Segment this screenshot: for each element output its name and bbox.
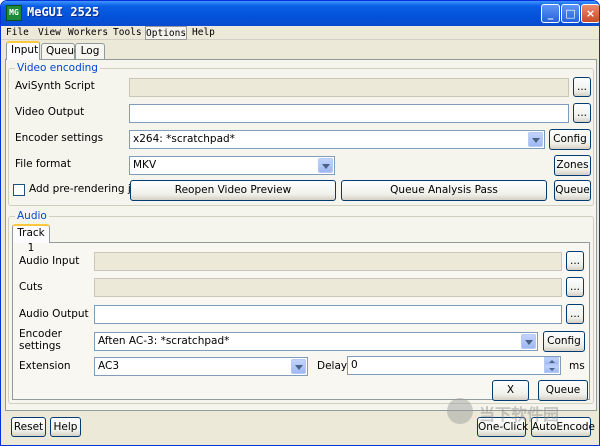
audio-encoder-label-line2: settings [19,340,61,352]
audio-output-field[interactable] [94,305,562,324]
cuts-label: Cuts [19,281,43,293]
spin-up-icon[interactable] [544,357,559,365]
audio-input-field[interactable] [94,252,562,271]
delay-input[interactable]: 0 [347,356,561,375]
menu-help[interactable]: Help [192,26,215,40]
delay-value: 0 [351,359,358,371]
reopen-video-preview-button[interactable]: Reopen Video Preview [130,180,336,201]
file-format-select[interactable]: MKV [129,156,335,175]
track-1-panel: Audio Input ... Cuts ... Audio Output ..… [12,242,590,400]
audio-encoder-select[interactable]: Aften AC-3: *scratchpad* [94,332,538,351]
minimize-button[interactable]: _ [541,4,560,23]
maximize-button[interactable]: □ [561,4,580,23]
avisynth-browse-button[interactable]: ... [573,77,591,97]
watermark-text: 当下软件园 [479,405,560,424]
megui-app-icon: MG [6,5,22,21]
video-queue-button[interactable]: Queue [554,180,591,201]
audio-group-label: Audio [15,210,49,222]
menu-options[interactable]: Options [145,26,188,40]
tab-queue[interactable]: Queue [41,43,81,60]
video-output-input[interactable] [129,104,569,123]
spin-down-icon[interactable] [544,365,559,373]
input-tab-panel: Video encoding AviSynth Script ... Video… [5,59,597,411]
close-button[interactable]: × [581,4,599,23]
audio-input-label: Audio Input [19,255,80,267]
tab-log[interactable]: Log [75,43,105,60]
menu-view[interactable]: View [38,26,61,40]
megui-window: MG MeGUI 2525 _ □ × File View Workers To… [0,0,600,446]
zones-button[interactable]: Zones [554,155,591,176]
delay-spinner[interactable] [544,357,559,374]
audio-input-browse-button[interactable]: ... [566,251,584,271]
audio-group: Audio Track 1 Audio Input ... Cuts ... A… [8,210,594,404]
prerender-label: Add pre-rendering job [29,183,144,195]
watermark-logo: 当下软件园 [447,398,587,424]
file-format-value: MKV [133,159,157,171]
chevron-down-icon[interactable] [291,359,306,374]
menu-tools[interactable]: Tools [113,26,142,40]
delay-label: Delay [317,360,348,372]
watermark-icon [447,398,473,424]
window-title: MeGUI 2525 [27,5,100,19]
video-config-button[interactable]: Config [549,129,591,150]
extension-value: AC3 [98,360,120,372]
file-format-label: File format [15,158,71,170]
extension-select[interactable]: AC3 [94,357,308,376]
avisynth-script-label: AviSynth Script [15,80,95,92]
queue-analysis-pass-button[interactable]: Queue Analysis Pass [341,180,547,201]
audio-output-label: Audio Output [19,308,89,320]
video-encoder-value: x264: *scratchpad* [133,133,235,145]
chevron-down-icon[interactable] [528,132,543,147]
video-output-label: Video Output [15,106,85,118]
video-encoding-group: Video encoding AviSynth Script ... Video… [8,62,594,206]
tab-input[interactable]: Input [6,41,40,60]
audio-output-browse-button[interactable]: ... [566,304,584,324]
tab-track-1[interactable]: Track 1 [12,224,50,254]
cuts-field[interactable] [94,278,562,297]
audio-config-button[interactable]: Config [543,331,585,352]
chevron-down-icon[interactable] [521,334,536,349]
audio-encoder-value: Aften AC-3: *scratchpad* [98,335,230,347]
prerender-checkbox[interactable] [13,184,25,196]
video-encoding-label: Video encoding [15,62,100,74]
title-bar[interactable]: MG MeGUI 2525 _ □ × [1,1,599,26]
menu-workers[interactable]: Workers [68,26,108,40]
delay-unit: ms [569,360,585,372]
help-button[interactable]: Help [50,417,81,437]
avisynth-script-input[interactable] [129,78,569,97]
cuts-browse-button[interactable]: ... [566,277,584,297]
video-output-browse-button[interactable]: ... [573,103,591,123]
encoder-settings-label: Encoder settings [15,132,104,144]
chevron-down-icon[interactable] [318,158,333,173]
menu-bar: File View Workers Tools Options Help [1,26,599,40]
menu-file[interactable]: File [6,26,29,40]
video-encoder-select[interactable]: x264: *scratchpad* [129,130,545,149]
reset-button[interactable]: Reset [11,417,46,437]
extension-label: Extension [19,360,71,372]
